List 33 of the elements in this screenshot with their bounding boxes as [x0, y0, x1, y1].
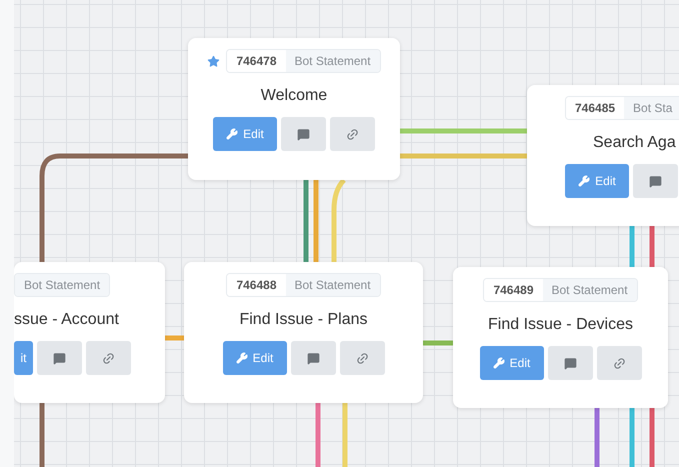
node-title: Find Issue - Plans: [239, 311, 368, 329]
comment-icon: [53, 352, 66, 364]
connector-line: [342, 403, 348, 467]
node-card[interactable]: 746489 Bot Statement Find Issue - Devices Edit: [453, 267, 668, 408]
wrench-icon: [236, 352, 248, 364]
connector-line: [594, 408, 600, 467]
node-card[interactable]: 746485 Bot Sta Search Aga Edit: [527, 85, 679, 226]
node-title: ssue - Account: [14, 311, 119, 329]
node-card[interactable]: Bot Statement ssue - Account it: [14, 262, 165, 403]
comment-icon: [306, 352, 320, 364]
wrench-icon: [578, 175, 590, 187]
comment-button[interactable]: [290, 341, 336, 375]
comment-button[interactable]: [37, 341, 82, 375]
connector-line: [423, 340, 453, 346]
node-type: Bot Statement: [286, 274, 380, 296]
comment-button[interactable]: [633, 164, 678, 198]
node-card[interactable]: 746478 Bot Statement Welcome Edit: [188, 38, 400, 180]
comment-button[interactable]: [548, 346, 592, 380]
node-type: Bot Statement: [542, 279, 637, 301]
node-type: Bot Sta: [624, 97, 679, 119]
node-title: Search Aga: [593, 134, 676, 152]
node-card[interactable]: 746488 Bot Statement Find Issue - Plans Edit: [184, 262, 423, 403]
wrench-icon: [492, 357, 505, 369]
node-type: Bot Statement: [15, 274, 110, 296]
wrench-icon: [226, 128, 238, 140]
node-type: Bot Statement: [286, 50, 380, 72]
node-title: Welcome: [260, 87, 328, 105]
comment-icon: [297, 128, 310, 140]
comment-button[interactable]: [281, 117, 326, 151]
comment-icon: [649, 174, 662, 188]
comment-icon: [564, 356, 576, 370]
node-title: Find Issue - Devices: [488, 316, 633, 334]
connector-line: [316, 403, 320, 467]
